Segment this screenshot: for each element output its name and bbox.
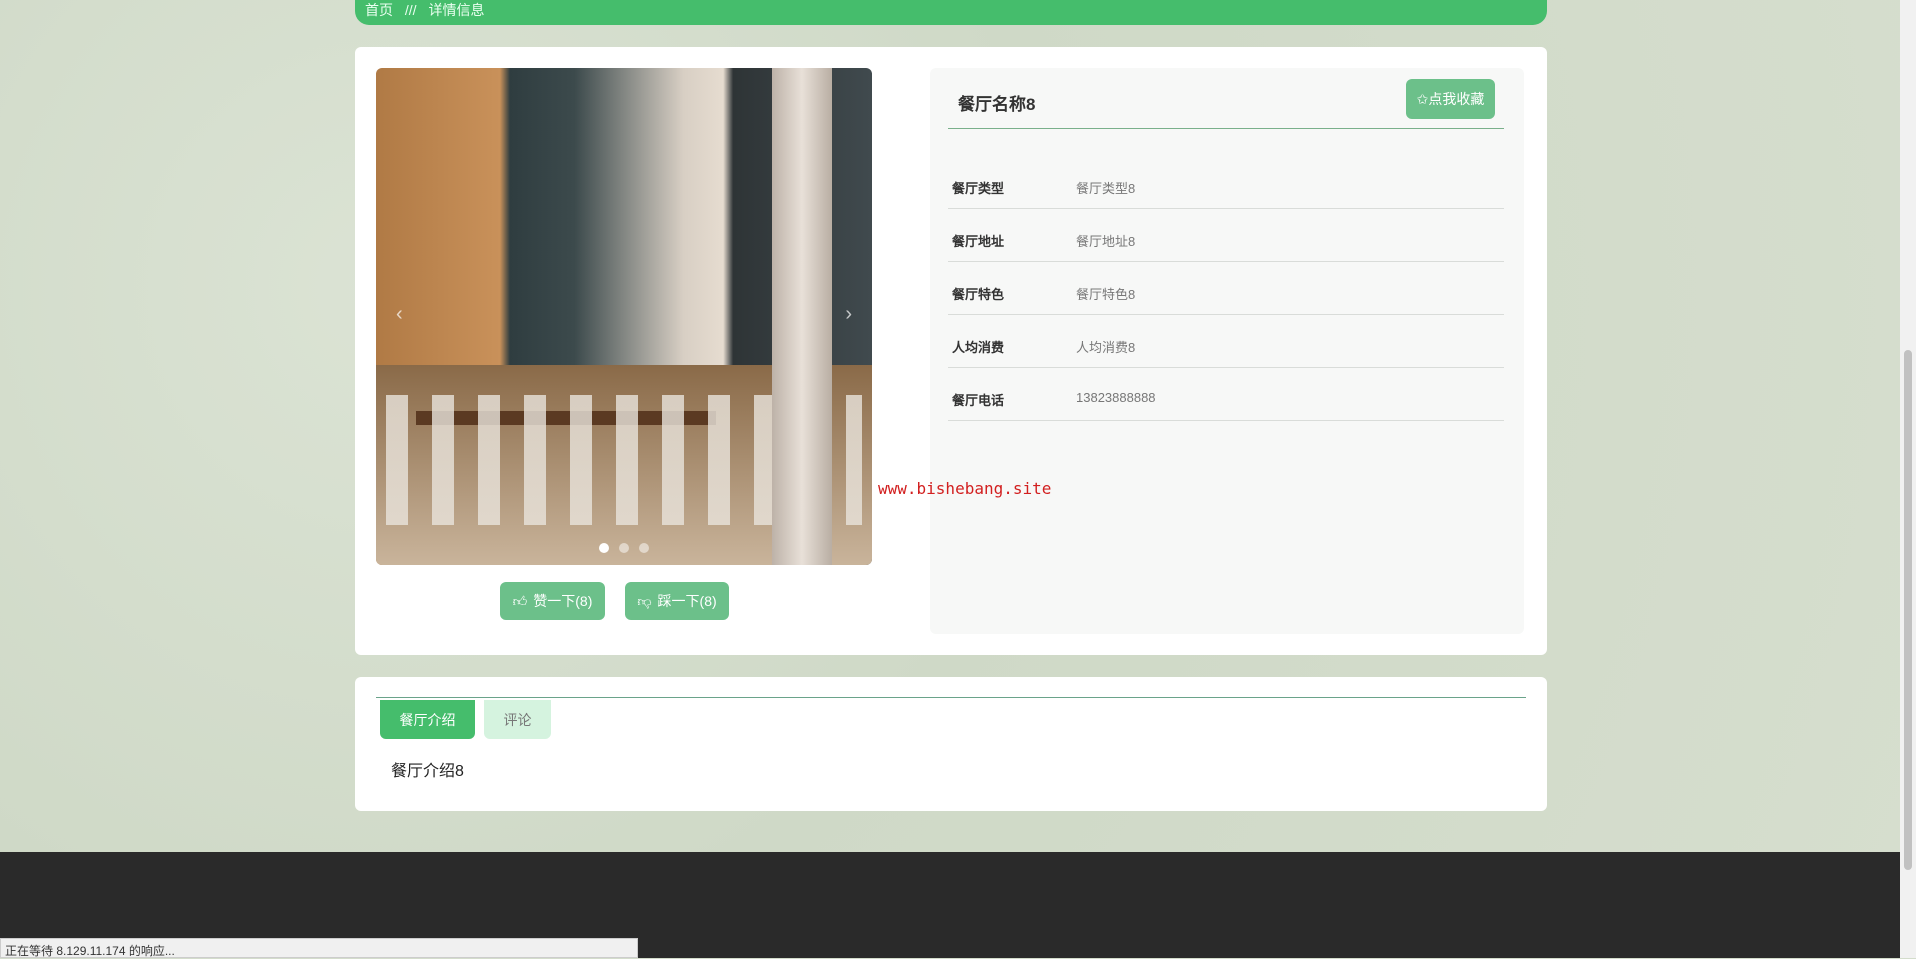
tab-divider	[376, 697, 1526, 698]
info-row: 餐厅特色 餐厅特色8	[948, 262, 1504, 315]
breadcrumb-home[interactable]: 首页	[365, 2, 393, 18]
carousel-dot[interactable]	[599, 543, 609, 553]
thumbs-down-icon: 👎︎	[637, 592, 652, 609]
scrollbar[interactable]	[1900, 0, 1916, 958]
info-panel: 餐厅名称8 ✩点我收藏 餐厅类型 餐厅类型8 餐厅地址 餐厅地址8 餐厅特色 餐厅特色…	[930, 68, 1524, 634]
field-value: 餐厅特色8	[1076, 287, 1136, 302]
field-value: 餐厅地址8	[1076, 234, 1136, 249]
field-label: 餐厅类型	[952, 181, 1005, 196]
field-label: 餐厅特色	[952, 287, 1005, 302]
scrollbar-thumb[interactable]	[1904, 350, 1912, 870]
field-label: 餐厅地址	[952, 234, 1005, 249]
favorite-button[interactable]: ✩点我收藏	[1406, 79, 1495, 119]
breadcrumb-current: 详情信息	[428, 2, 485, 18]
image-carousel[interactable]: ‹ ›	[376, 68, 872, 565]
tab-intro[interactable]: 餐厅介绍	[380, 700, 475, 739]
carousel-image-pillar	[772, 68, 832, 565]
carousel-indicators	[599, 543, 649, 553]
carousel-next-icon[interactable]: ›	[845, 303, 852, 326]
status-bar: 正在等待 8.129.11.174 的响应...	[0, 938, 638, 958]
intro-content: 餐厅介绍8	[391, 763, 464, 780]
thumbs-up-icon: 👍︎	[512, 592, 528, 609]
restaurant-name: 餐厅名称8	[958, 95, 1036, 114]
field-value: 人均消费8	[1076, 340, 1136, 355]
info-row: 餐厅电话 13823888888	[948, 368, 1504, 421]
field-label: 人均消费	[952, 340, 1005, 355]
breadcrumb-separator: ///	[404, 2, 417, 18]
like-button[interactable]: 👍︎ 赞一下(8)	[500, 582, 605, 620]
info-row: 餐厅类型 餐厅类型8	[948, 156, 1504, 209]
tabs-card: 餐厅介绍 评论 餐厅介绍8	[355, 677, 1547, 811]
info-row: 人均消费 人均消费8	[948, 315, 1504, 368]
carousel-dot[interactable]	[639, 543, 649, 553]
detail-card: ‹ › 👍︎ 赞一下(8) 👎︎ 踩一下(8) 餐厅名称8 ✩点我收藏 餐厅类型 餐厅…	[355, 47, 1547, 655]
divider	[948, 128, 1504, 129]
field-value: 13823888888	[1076, 390, 1156, 405]
carousel-prev-icon[interactable]: ‹	[396, 303, 403, 326]
carousel-dot[interactable]	[619, 543, 629, 553]
like-label: 赞一下(8)	[533, 593, 593, 609]
watermark: www.bishebang.site	[878, 479, 1052, 498]
dislike-button[interactable]: 👎︎ 踩一下(8)	[625, 582, 729, 620]
breadcrumb: 首页 /// 详情信息	[355, 0, 1547, 25]
field-label: 餐厅电话	[952, 393, 1005, 408]
field-value: 餐厅类型8	[1076, 181, 1136, 196]
tab-comments[interactable]: 评论	[484, 700, 551, 739]
info-row: 餐厅地址 餐厅地址8	[948, 209, 1504, 262]
dislike-label: 踩一下(8)	[657, 593, 717, 609]
